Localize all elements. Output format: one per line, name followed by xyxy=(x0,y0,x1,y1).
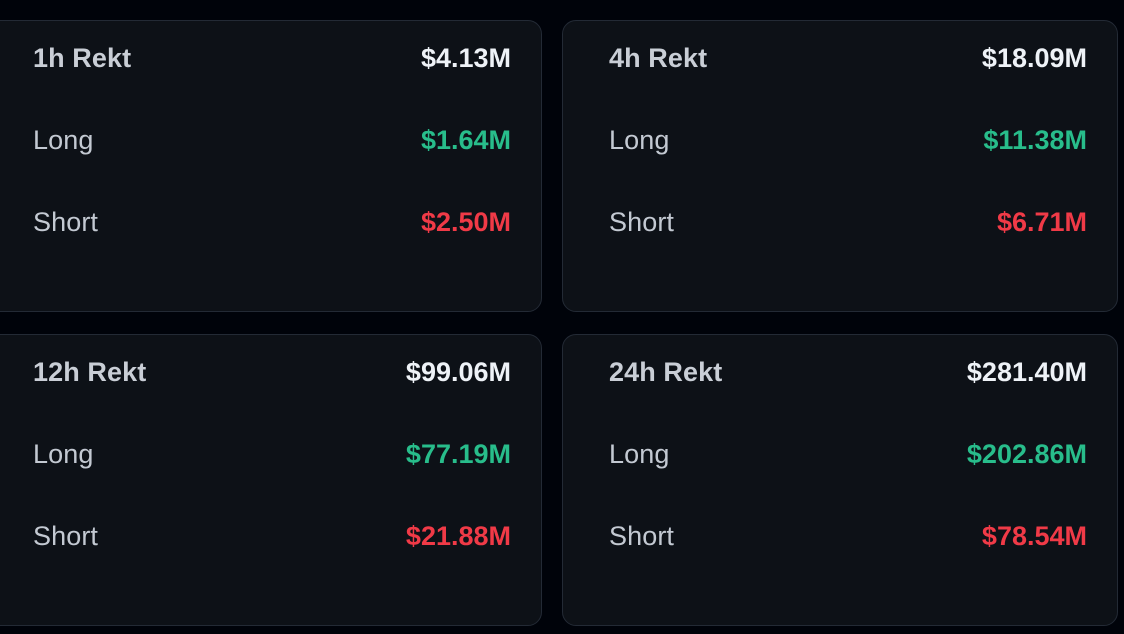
short-value: $6.71M xyxy=(996,207,1087,237)
long-value: $77.19M xyxy=(405,439,511,469)
rekt-card-4h[interactable]: 4h Rekt $18.09M Long $11.38M Short $6.71… xyxy=(562,20,1118,312)
card-title: 1h Rekt xyxy=(33,43,132,73)
long-row: Long $202.86M xyxy=(609,439,1087,521)
rekt-card-1h[interactable]: 1h Rekt $4.13M Long $1.64M Short $2.50M xyxy=(0,20,542,312)
short-label: Short xyxy=(33,207,99,237)
short-label: Short xyxy=(609,521,675,551)
short-value: $21.88M xyxy=(405,521,511,551)
short-label: Short xyxy=(609,207,675,237)
short-row: Short $6.71M xyxy=(609,207,1087,289)
long-row: Long $77.19M xyxy=(33,439,511,521)
long-row: Long $11.38M xyxy=(609,125,1087,207)
total-value: $281.40M xyxy=(966,357,1087,387)
total-value: $4.13M xyxy=(420,43,511,73)
total-row: 1h Rekt $4.13M xyxy=(33,43,511,125)
rekt-card-24h[interactable]: 24h Rekt $281.40M Long $202.86M Short $7… xyxy=(562,334,1118,626)
short-row: Short $21.88M xyxy=(33,521,511,603)
total-value: $18.09M xyxy=(981,43,1087,73)
card-title: 4h Rekt xyxy=(609,43,708,73)
card-title: 12h Rekt xyxy=(33,357,147,387)
long-value: $202.86M xyxy=(966,439,1087,469)
long-value: $11.38M xyxy=(983,125,1087,155)
rekt-stats-grid: 1h Rekt $4.13M Long $1.64M Short $2.50M … xyxy=(0,20,1118,626)
total-row: 4h Rekt $18.09M xyxy=(609,43,1087,125)
total-row: 24h Rekt $281.40M xyxy=(609,357,1087,439)
long-label: Long xyxy=(609,439,670,469)
total-row: 12h Rekt $99.06M xyxy=(33,357,511,439)
card-title: 24h Rekt xyxy=(609,357,723,387)
long-row: Long $1.64M xyxy=(33,125,511,207)
total-value: $99.06M xyxy=(405,357,511,387)
short-row: Short $2.50M xyxy=(33,207,511,289)
long-label: Long xyxy=(609,125,670,155)
long-label: Long xyxy=(33,439,94,469)
long-label: Long xyxy=(33,125,94,155)
short-value: $2.50M xyxy=(420,207,511,237)
long-value: $1.64M xyxy=(420,125,511,155)
short-row: Short $78.54M xyxy=(609,521,1087,603)
short-label: Short xyxy=(33,521,99,551)
rekt-card-12h[interactable]: 12h Rekt $99.06M Long $77.19M Short $21.… xyxy=(0,334,542,626)
short-value: $78.54M xyxy=(981,521,1087,551)
